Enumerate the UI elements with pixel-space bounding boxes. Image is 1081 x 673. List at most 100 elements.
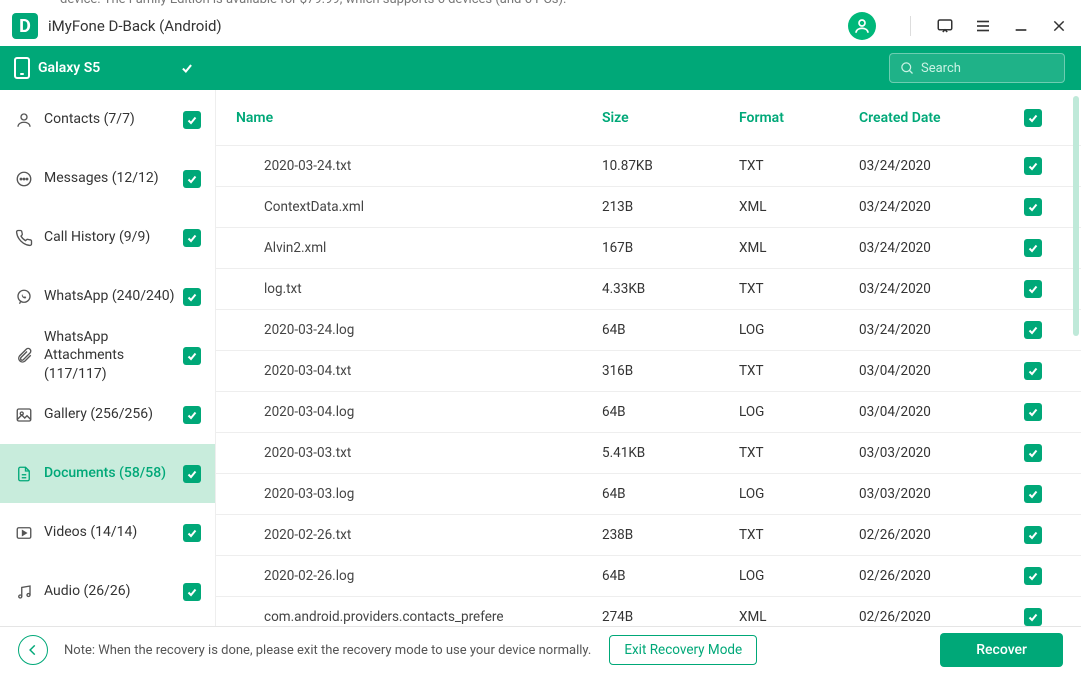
- sidebar-item-label: WhatsApp Attachments (117/117): [44, 328, 183, 383]
- cell-format: XML: [739, 199, 859, 215]
- cell-name: ContextData.xml: [236, 199, 602, 215]
- sidebar-item-checkbox[interactable]: [183, 524, 201, 542]
- cell-format: XML: [739, 609, 859, 625]
- scrollbar[interactable]: [1073, 96, 1079, 336]
- sidebar-item-contacts[interactable]: Contacts (7/7): [0, 90, 215, 149]
- sidebar-item-label: Call History (9/9): [44, 228, 183, 246]
- row-checkbox[interactable]: [1021, 567, 1045, 585]
- cell-size: 64B: [602, 322, 739, 338]
- sidebar-item-label: Messages (12/12): [44, 169, 183, 187]
- whatsapp-icon: [14, 287, 34, 307]
- table-row[interactable]: com.android.providers.contacts_prefere27…: [216, 596, 1081, 626]
- sidebar-item-gallery[interactable]: Gallery (256/256): [0, 385, 215, 444]
- sidebar-item-checkbox[interactable]: [183, 170, 201, 188]
- row-checkbox[interactable]: [1021, 198, 1045, 216]
- account-icon[interactable]: [848, 12, 876, 40]
- row-checkbox[interactable]: [1021, 485, 1045, 503]
- cell-date: 03/04/2020: [859, 404, 1021, 420]
- sidebar-item-checkbox[interactable]: [183, 406, 201, 424]
- sidebar: Contacts (7/7) Messages (12/12) Call Histo…: [0, 90, 215, 626]
- row-checkbox[interactable]: [1021, 526, 1045, 544]
- search-input[interactable]: [921, 61, 1041, 76]
- sidebar-item-label: Gallery (256/256): [44, 405, 183, 423]
- table-row[interactable]: 2020-03-04.log64BLOG03/04/2020: [216, 391, 1081, 432]
- sidebar-item-attachment[interactable]: WhatsApp Attachments (117/117): [0, 326, 215, 385]
- table-row[interactable]: 2020-02-26.log64BLOG02/26/2020: [216, 555, 1081, 596]
- column-format[interactable]: Format: [739, 110, 859, 126]
- row-checkbox[interactable]: [1021, 280, 1045, 298]
- messages-icon: [14, 169, 34, 189]
- row-checkbox[interactable]: [1021, 239, 1045, 257]
- cell-format: TXT: [739, 445, 859, 461]
- documents-icon: [14, 464, 34, 484]
- table-row[interactable]: Alvin2.xml167BXML03/24/2020: [216, 227, 1081, 268]
- sidebar-item-audio[interactable]: Audio (26/26): [0, 562, 215, 621]
- back-button[interactable]: [18, 635, 48, 665]
- sidebar-item-checkbox[interactable]: [183, 288, 201, 306]
- exit-recovery-button[interactable]: Exit Recovery Mode: [609, 635, 757, 665]
- cell-name: 2020-02-26.txt: [236, 527, 602, 543]
- cell-name: com.android.providers.contacts_prefere: [236, 609, 602, 625]
- table-row[interactable]: 2020-03-24.log64BLOG03/24/2020: [216, 309, 1081, 350]
- cell-date: 03/24/2020: [859, 158, 1021, 174]
- table-row[interactable]: ContextData.xml213BXML03/24/2020: [216, 186, 1081, 227]
- menu-icon[interactable]: [973, 16, 993, 36]
- sidebar-item-checkbox[interactable]: [183, 583, 201, 601]
- select-all-checkbox[interactable]: [1021, 109, 1045, 127]
- row-checkbox[interactable]: [1021, 362, 1045, 380]
- row-checkbox[interactable]: [1021, 321, 1045, 339]
- app-logo: D: [12, 13, 38, 39]
- table-row[interactable]: 2020-03-04.txt316BTXT03/04/2020: [216, 350, 1081, 391]
- cell-name: 2020-02-26.log: [236, 568, 602, 584]
- device-name: Galaxy S5: [38, 60, 178, 76]
- column-date[interactable]: Created Date: [859, 110, 1021, 126]
- cell-size: 274B: [602, 609, 739, 625]
- sidebar-item-videos[interactable]: Videos (14/14): [0, 503, 215, 562]
- cell-name: log.txt: [236, 281, 602, 297]
- app-title: iMyFone D-Back (Android): [48, 17, 848, 35]
- column-name[interactable]: Name: [236, 110, 602, 126]
- cell-date: 03/03/2020: [859, 445, 1021, 461]
- cell-format: LOG: [739, 404, 859, 420]
- sidebar-item-whatsapp[interactable]: WhatsApp (240/240): [0, 267, 215, 326]
- column-size[interactable]: Size: [602, 110, 739, 126]
- cell-size: 5.41KB: [602, 445, 739, 461]
- close-icon[interactable]: [1049, 16, 1069, 36]
- sidebar-item-messages[interactable]: Messages (12/12): [0, 149, 215, 208]
- callhistory-icon: [14, 228, 34, 248]
- cell-date: 02/26/2020: [859, 609, 1021, 625]
- audio-icon: [14, 582, 34, 602]
- feedback-icon[interactable]: [935, 16, 955, 36]
- cell-size: 167B: [602, 240, 739, 256]
- row-checkbox[interactable]: [1021, 403, 1045, 421]
- search-box[interactable]: [889, 53, 1065, 83]
- sidebar-item-checkbox[interactable]: [183, 465, 201, 483]
- sidebar-item-checkbox[interactable]: [183, 111, 201, 129]
- row-checkbox[interactable]: [1021, 157, 1045, 175]
- device-check-icon[interactable]: [178, 59, 196, 77]
- row-checkbox[interactable]: [1021, 444, 1045, 462]
- phone-icon: [14, 57, 30, 79]
- cell-name: 2020-03-04.txt: [236, 363, 602, 379]
- recover-button[interactable]: Recover: [940, 633, 1063, 667]
- cell-size: 4.33KB: [602, 281, 739, 297]
- sidebar-item-documents[interactable]: Documents (58/58): [0, 444, 215, 503]
- minimize-icon[interactable]: [1011, 16, 1031, 36]
- attachment-icon: [14, 346, 34, 366]
- sidebar-item-checkbox[interactable]: [183, 229, 201, 247]
- cell-date: 03/24/2020: [859, 199, 1021, 215]
- table-row[interactable]: 2020-03-03.txt5.41KBTXT03/03/2020: [216, 432, 1081, 473]
- row-checkbox[interactable]: [1021, 608, 1045, 626]
- table-row[interactable]: 2020-03-03.log64BLOG03/03/2020: [216, 473, 1081, 514]
- contacts-icon: [14, 110, 34, 130]
- cell-format: LOG: [739, 568, 859, 584]
- table-row[interactable]: 2020-02-26.txt238BTXT02/26/2020: [216, 514, 1081, 555]
- sidebar-item-label: Documents (58/58): [44, 464, 183, 482]
- table-row[interactable]: 2020-03-24.txt10.87KBTXT03/24/2020: [216, 145, 1081, 186]
- cell-format: LOG: [739, 486, 859, 502]
- sidebar-item-label: Videos (14/14): [44, 523, 183, 541]
- table-row[interactable]: log.txt4.33KBTXT03/24/2020: [216, 268, 1081, 309]
- cell-date: 03/24/2020: [859, 240, 1021, 256]
- sidebar-item-checkbox[interactable]: [183, 347, 201, 365]
- sidebar-item-callhistory[interactable]: Call History (9/9): [0, 208, 215, 267]
